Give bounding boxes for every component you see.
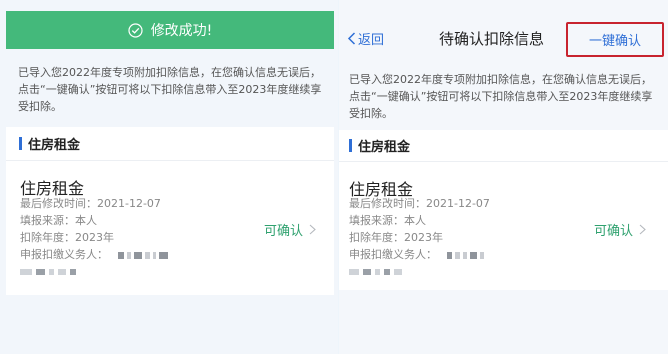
section-title: 住房租金 [28,138,81,153]
withholding-agent-label: 申报扣缴义务人： [349,248,437,261]
deduction-year: 扣除年度：2023年 [349,231,443,244]
back-button[interactable]: 返回 [347,29,384,48]
section-accent-bar [19,137,22,150]
redacted-agent-name [117,251,168,259]
modified-time: 最后修改时间：2021-12-07 [349,197,490,210]
deduction-year: 扣除年度：2023年 [20,231,114,244]
confirm-item-label: 可确认 [594,224,634,239]
right-panel: 返回 待确认扣除信息 一键确认 已导入您2022年度专项附加扣除信息，在您确认信… [339,0,668,354]
confirm-item-label: 可确认 [264,224,304,239]
withholding-agent: 申报扣缴义务人： [349,246,490,263]
chevron-right-icon [639,224,646,235]
nav-bar: 返回 待确认扣除信息 一键确认 [339,20,668,57]
modified-time: 最后修改时间：2021-12-07 [20,197,161,210]
redacted-agent-name-2 [20,263,168,280]
check-circle-icon [128,22,143,38]
deduction-card: 住房租金 住房租金 最后修改时间：2021-12-07 填报来源：本人 扣除年度… [6,127,334,295]
withholding-agent-label: 申报扣缴义务人： [20,248,108,261]
confirm-item-link[interactable]: 可确认 [264,220,316,239]
deduction-card: 住房租金 住房租金 最后修改时间：2021-12-07 填报来源：本人 扣除年度… [339,130,668,290]
confirm-all-button[interactable]: 一键确认 [566,22,664,57]
section-accent-bar [349,139,352,152]
import-notice: 已导入您2022年度专项附加扣除信息，在您确认信息无误后，点击“一键确认”按钮可… [18,66,322,113]
redacted-agent-name-2 [349,263,490,280]
page-title: 待确认扣除信息 [439,30,545,48]
section-header: 住房租金 [6,127,334,161]
back-chevron-icon [347,32,356,45]
section-title: 住房租金 [358,140,411,155]
report-source: 填报来源：本人 [349,214,426,227]
section-header: 住房租金 [339,130,668,162]
redacted-agent-name [446,251,484,259]
success-text: 修改成功! [150,23,213,39]
item-meta: 最后修改时间：2021-12-07 填报来源：本人 扣除年度：2023年 申报扣… [349,195,490,280]
withholding-agent: 申报扣缴义务人： [20,246,168,263]
chevron-right-icon [309,224,316,235]
back-label: 返回 [358,33,385,48]
report-source: 填报来源：本人 [20,214,97,227]
import-notice: 已导入您2022年度专项附加扣除信息，在您确认信息无误后，点击“一键确认”按钮可… [349,73,653,120]
confirm-item-link[interactable]: 可确认 [594,220,646,239]
item-meta: 最后修改时间：2021-12-07 填报来源：本人 扣除年度：2023年 申报扣… [20,195,168,280]
success-toast: 修改成功! [6,11,334,49]
left-panel: 修改成功! 已导入您2022年度专项附加扣除信息，在您确认信息无误后，点击“一键… [0,0,338,354]
